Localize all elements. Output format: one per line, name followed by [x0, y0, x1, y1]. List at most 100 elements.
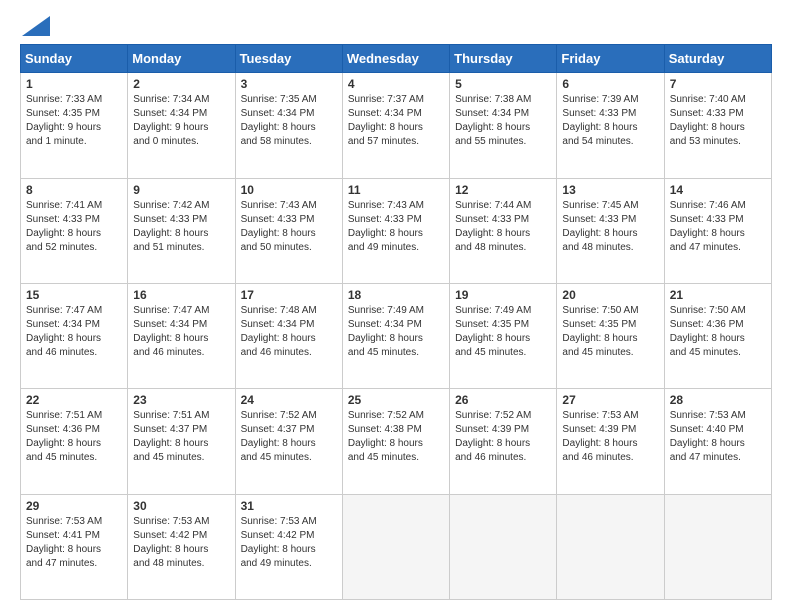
- week-row-5: 29Sunrise: 7:53 AMSunset: 4:41 PMDayligh…: [21, 494, 772, 599]
- day-number: 31: [241, 499, 337, 513]
- day-cell-1: 1Sunrise: 7:33 AMSunset: 4:35 PMDaylight…: [21, 73, 128, 178]
- cell-details: Sunrise: 7:52 AMSunset: 4:39 PMDaylight:…: [455, 409, 551, 465]
- day-cell-3: 3Sunrise: 7:35 AMSunset: 4:34 PMDaylight…: [235, 73, 342, 178]
- cell-details: Sunrise: 7:53 AMSunset: 4:39 PMDaylight:…: [562, 409, 658, 465]
- day-cell-20: 20 Sunrise: 7:50 AMSunset: 4:35 PMDayligh…: [557, 283, 664, 388]
- day-number: 3: [241, 77, 337, 91]
- cell-details: Sunrise: 7:45 AMSunset: 4:33 PMDaylight:…: [562, 199, 658, 255]
- day-number: 22: [26, 393, 122, 407]
- week-row-4: 22Sunrise: 7:51 AMSunset: 4:36 PMDayligh…: [21, 389, 772, 494]
- day-number: 26: [455, 393, 551, 407]
- day-cell-15: 15 Sunrise: 7:47 AMSunset: 4:34 PMDayligh…: [21, 283, 128, 388]
- day-number: 17: [241, 288, 337, 302]
- weekday-thursday: Thursday: [450, 45, 557, 73]
- cell-details: Sunrise: 7:39 AMSunset: 4:33 PMDaylight:…: [562, 93, 658, 149]
- cell-details: Sunrise: 7:53 AMSunset: 4:42 PMDaylight:…: [241, 515, 337, 571]
- cell-details: Sunrise: 7:37 AMSunset: 4:34 PMDaylight:…: [348, 93, 444, 149]
- day-cell-25: 25 Sunrise: 7:52 AMSunset: 4:38 PMDayligh…: [342, 389, 449, 494]
- day-number: 27: [562, 393, 658, 407]
- day-number: 20: [562, 288, 658, 302]
- cell-details: Sunrise: 7:46 AMSunset: 4:33 PMDaylight:…: [670, 199, 766, 255]
- day-cell-9: 9Sunrise: 7:42 AMSunset: 4:33 PMDaylight…: [128, 178, 235, 283]
- day-cell-27: 27 Sunrise: 7:53 AMSunset: 4:39 PMDayligh…: [557, 389, 664, 494]
- day-cell-6: 6 Sunrise: 7:39 AMSunset: 4:33 PMDaylight…: [557, 73, 664, 178]
- cell-details: Sunrise: 7:50 AMSunset: 4:36 PMDaylight:…: [670, 304, 766, 360]
- day-number: 29: [26, 499, 122, 513]
- cell-details: Sunrise: 7:34 AMSunset: 4:34 PMDaylight:…: [133, 93, 229, 149]
- day-number: 24: [241, 393, 337, 407]
- day-number: 4: [348, 77, 444, 91]
- day-cell-14: 14 Sunrise: 7:46 AMSunset: 4:33 PMDayligh…: [664, 178, 771, 283]
- day-number: 18: [348, 288, 444, 302]
- day-cell-24: 24 Sunrise: 7:52 AMSunset: 4:37 PMDayligh…: [235, 389, 342, 494]
- day-number: 14: [670, 183, 766, 197]
- week-row-3: 15 Sunrise: 7:47 AMSunset: 4:34 PMDayligh…: [21, 283, 772, 388]
- day-cell-2: 2 Sunrise: 7:34 AMSunset: 4:34 PMDaylight…: [128, 73, 235, 178]
- page: SundayMondayTuesdayWednesdayThursdayFrid…: [0, 0, 792, 612]
- day-number: 8: [26, 183, 122, 197]
- day-cell-16: 16 Sunrise: 7:47 AMSunset: 4:34 PMDayligh…: [128, 283, 235, 388]
- day-number: 30: [133, 499, 229, 513]
- day-cell-28: 28 Sunrise: 7:53 AMSunset: 4:40 PMDayligh…: [664, 389, 771, 494]
- cell-details: Sunrise: 7:40 AMSunset: 4:33 PMDaylight:…: [670, 93, 766, 149]
- day-cell-21: 21 Sunrise: 7:50 AMSunset: 4:36 PMDayligh…: [664, 283, 771, 388]
- day-cell-30: 30 Sunrise: 7:53 AMSunset: 4:42 PMDayligh…: [128, 494, 235, 599]
- day-cell-13: 13 Sunrise: 7:45 AMSunset: 4:33 PMDayligh…: [557, 178, 664, 283]
- day-number: 25: [348, 393, 444, 407]
- day-number: 19: [455, 288, 551, 302]
- day-cell-7: 7 Sunrise: 7:40 AMSunset: 4:33 PMDaylight…: [664, 73, 771, 178]
- cell-details: Sunrise: 7:49 AMSunset: 4:35 PMDaylight:…: [455, 304, 551, 360]
- cell-details: Sunrise: 7:53 AMSunset: 4:40 PMDaylight:…: [670, 409, 766, 465]
- weekday-header-row: SundayMondayTuesdayWednesdayThursdayFrid…: [21, 45, 772, 73]
- cell-details: Sunrise: 7:53 AMSunset: 4:42 PMDaylight:…: [133, 515, 229, 571]
- day-cell-18: 18Sunrise: 7:49 AMSunset: 4:34 PMDayligh…: [342, 283, 449, 388]
- day-cell-26: 26 Sunrise: 7:52 AMSunset: 4:39 PMDayligh…: [450, 389, 557, 494]
- cell-details: Sunrise: 7:52 AMSunset: 4:37 PMDaylight:…: [241, 409, 337, 465]
- day-cell-29: 29Sunrise: 7:53 AMSunset: 4:41 PMDayligh…: [21, 494, 128, 599]
- day-number: 15: [26, 288, 122, 302]
- cell-details: Sunrise: 7:43 AMSunset: 4:33 PMDaylight:…: [348, 199, 444, 255]
- weekday-tuesday: Tuesday: [235, 45, 342, 73]
- day-cell-17: 17 Sunrise: 7:48 AMSunset: 4:34 PMDayligh…: [235, 283, 342, 388]
- day-number: 6: [562, 77, 658, 91]
- weekday-friday: Friday: [557, 45, 664, 73]
- logo-icon: [22, 16, 50, 36]
- day-number: 1: [26, 77, 122, 91]
- cell-details: Sunrise: 7:38 AMSunset: 4:34 PMDaylight:…: [455, 93, 551, 149]
- day-cell-19: 19 Sunrise: 7:49 AMSunset: 4:35 PMDayligh…: [450, 283, 557, 388]
- day-cell-8: 8 Sunrise: 7:41 AMSunset: 4:33 PMDaylight…: [21, 178, 128, 283]
- day-cell-31: 31 Sunrise: 7:53 AMSunset: 4:42 PMDayligh…: [235, 494, 342, 599]
- day-number: 16: [133, 288, 229, 302]
- day-number: 7: [670, 77, 766, 91]
- day-number: 10: [241, 183, 337, 197]
- day-cell-4: 4 Sunrise: 7:37 AMSunset: 4:34 PMDaylight…: [342, 73, 449, 178]
- cell-details: Sunrise: 7:48 AMSunset: 4:34 PMDaylight:…: [241, 304, 337, 360]
- weekday-saturday: Saturday: [664, 45, 771, 73]
- day-cell-23: 23 Sunrise: 7:51 AMSunset: 4:37 PMDayligh…: [128, 389, 235, 494]
- day-number: 23: [133, 393, 229, 407]
- empty-cell: [342, 494, 449, 599]
- cell-details: Sunrise: 7:51 AMSunset: 4:37 PMDaylight:…: [133, 409, 229, 465]
- calendar-table: SundayMondayTuesdayWednesdayThursdayFrid…: [20, 44, 772, 600]
- cell-details: Sunrise: 7:47 AMSunset: 4:34 PMDaylight:…: [133, 304, 229, 360]
- cell-details: Sunrise: 7:52 AMSunset: 4:38 PMDaylight:…: [348, 409, 444, 465]
- cell-details: Sunrise: 7:41 AMSunset: 4:33 PMDaylight:…: [26, 199, 122, 255]
- day-number: 21: [670, 288, 766, 302]
- empty-cell: [557, 494, 664, 599]
- day-number: 2: [133, 77, 229, 91]
- empty-cell: [450, 494, 557, 599]
- logo: [20, 16, 50, 34]
- weekday-monday: Monday: [128, 45, 235, 73]
- day-cell-5: 5Sunrise: 7:38 AMSunset: 4:34 PMDaylight…: [450, 73, 557, 178]
- day-cell-22: 22Sunrise: 7:51 AMSunset: 4:36 PMDayligh…: [21, 389, 128, 494]
- weekday-sunday: Sunday: [21, 45, 128, 73]
- day-number: 28: [670, 393, 766, 407]
- day-number: 13: [562, 183, 658, 197]
- header: [20, 16, 772, 34]
- empty-cell: [664, 494, 771, 599]
- day-cell-10: 10Sunrise: 7:43 AMSunset: 4:33 PMDayligh…: [235, 178, 342, 283]
- cell-details: Sunrise: 7:50 AMSunset: 4:35 PMDaylight:…: [562, 304, 658, 360]
- day-cell-12: 12Sunrise: 7:44 AMSunset: 4:33 PMDayligh…: [450, 178, 557, 283]
- cell-details: Sunrise: 7:47 AMSunset: 4:34 PMDaylight:…: [26, 304, 122, 360]
- week-row-1: 1Sunrise: 7:33 AMSunset: 4:35 PMDaylight…: [21, 73, 772, 178]
